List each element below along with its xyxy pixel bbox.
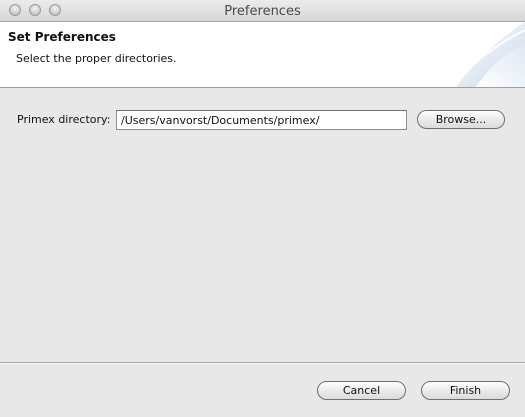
footer-separator (0, 362, 525, 364)
cancel-button[interactable]: Cancel (317, 381, 406, 400)
browse-button[interactable]: Browse... (417, 110, 505, 129)
banner-title: Set Preferences (8, 30, 116, 44)
preferences-window: Preferences Set Preferences Select the p… (0, 0, 525, 417)
header-banner: Set Preferences Select the proper direct… (0, 22, 525, 88)
primex-directory-label: Primex directory: (17, 113, 111, 126)
banner-swoosh-graphic (445, 22, 525, 87)
window-title: Preferences (224, 4, 301, 19)
primex-directory-input[interactable] (116, 110, 407, 130)
banner-description: Select the proper directories. (16, 52, 177, 65)
finish-button[interactable]: Finish (421, 381, 510, 400)
title-bar[interactable]: Preferences (0, 0, 525, 22)
